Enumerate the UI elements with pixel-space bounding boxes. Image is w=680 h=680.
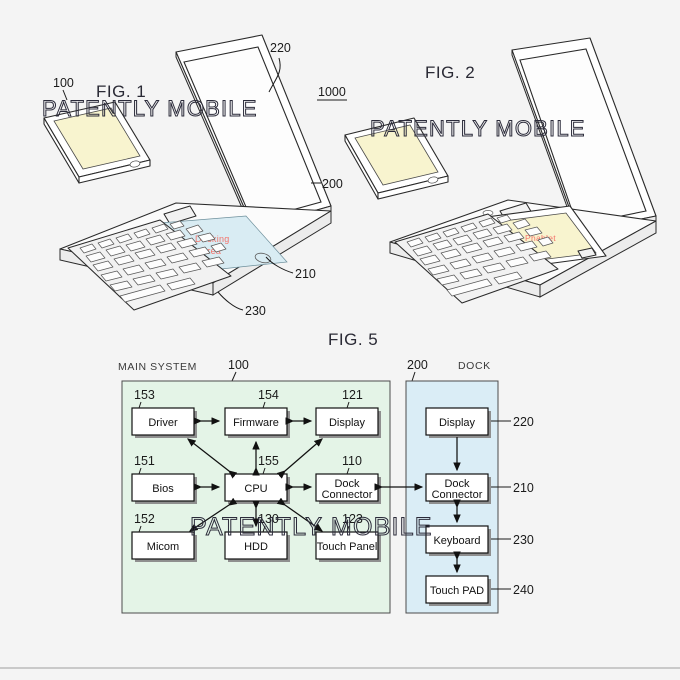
block-display-main-ref: 121 — [342, 388, 363, 402]
block-bios: Bios — [131, 473, 197, 504]
figure-1: FIG. 1 1000 100 Area 220 200 210 230 — [43, 34, 347, 318]
block-display-dock: Display — [425, 407, 491, 438]
fig5-title: FIG. 5 — [328, 330, 378, 349]
patent-page: FIG. 1 1000 100 Area 220 200 210 230 FIG… — [0, 0, 680, 680]
block-dock-connector-main-line2: Connector — [322, 489, 373, 501]
block-dock-connector-main-ref: 110 — [342, 454, 362, 468]
block-bios-ref: 151 — [134, 454, 155, 468]
block-display-main-label: Display — [329, 417, 366, 429]
mobile-device — [43, 101, 151, 184]
block-driver: Driver — [131, 407, 197, 438]
block-hdd: HDD — [224, 531, 290, 562]
block-keyboard-dock: Keyboard — [425, 525, 491, 556]
block-touch-panel: Touch Panel — [315, 531, 381, 562]
block-micom: Micom — [131, 531, 197, 562]
dock-ref: 200 — [407, 358, 428, 372]
main-system-ref: 100 — [228, 358, 249, 372]
mobile-device-2 — [344, 117, 449, 200]
block-touch-pad-dock-ref: 240 — [513, 583, 534, 597]
block-cpu-label: CPU — [244, 483, 267, 495]
block-driver-ref: 153 — [134, 388, 155, 402]
block-firmware: Firmware — [224, 407, 290, 438]
block-touch-pad-dock-label: Touch PAD — [430, 585, 484, 597]
block-touch-panel-ref: 123 — [342, 512, 363, 526]
fig1-title: FIG. 1 — [96, 82, 146, 101]
block-keyboard-dock-label: Keyboard — [433, 535, 480, 547]
dock-label: DOCK — [458, 360, 491, 372]
figure-5: FIG. 5 MAIN SYSTEM 100 Driver 153 Firmwa… — [118, 330, 534, 614]
fig1-ref-100: 100 — [53, 76, 74, 90]
fig2-title: FIG. 2 — [425, 63, 475, 82]
block-touch-panel-label: Touch Panel — [317, 541, 378, 553]
block-driver-label: Driver — [148, 417, 178, 429]
block-firmware-ref: 154 — [258, 388, 279, 402]
block-cpu: CPU — [224, 473, 290, 504]
footer-divider — [0, 667, 680, 669]
block-micom-ref: 152 — [134, 512, 155, 526]
block-dock-connector-dock-ref: 210 — [513, 481, 534, 495]
block-touch-pad-dock: Touch PAD — [425, 575, 491, 606]
main-system-label: MAIN SYSTEM — [118, 361, 197, 373]
block-bios-label: Bios — [152, 483, 174, 495]
block-firmware-label: Firmware — [233, 417, 279, 429]
block-dock-connector-dock-line2: Connector — [432, 489, 483, 501]
block-dock-connector-dock: Dock Connector — [425, 473, 491, 504]
block-display-dock-ref: 220 — [513, 415, 534, 429]
block-keyboard-dock-ref: 230 — [513, 533, 534, 547]
block-display-dock-label: Display — [439, 417, 476, 429]
block-hdd-ref: 130 — [258, 512, 279, 526]
block-display-main: Display — [315, 407, 381, 438]
block-micom-label: Micom — [147, 541, 179, 553]
block-dock-connector-main: Dock Connector — [315, 473, 381, 504]
block-cpu-ref: 155 — [258, 454, 279, 468]
fig1-ref-220: 220 — [270, 41, 291, 55]
fig1-ref-210: 210 — [295, 267, 316, 281]
block-hdd-label: HDD — [244, 541, 268, 553]
fig1-ref-230: 230 — [245, 304, 266, 318]
figure-2: FIG. 2 Phablet — [344, 37, 657, 304]
